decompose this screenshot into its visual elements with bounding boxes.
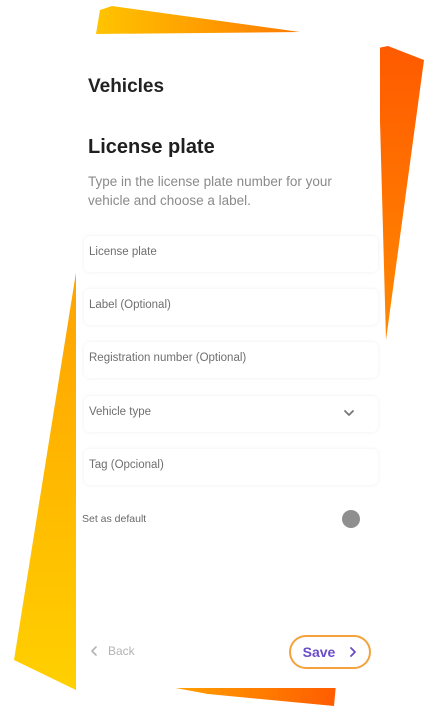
page-title: Vehicles: [88, 76, 165, 97]
save-label: Save: [302, 644, 336, 660]
label-placeholder: Label (Optional): [89, 299, 171, 311]
form-card: Vehicles License plate Type in the licen…: [76, 40, 380, 688]
decor-shape-top: [96, 6, 300, 34]
back-button[interactable]: Back: [90, 644, 135, 658]
vehicle-type-select[interactable]: Vehicle type: [84, 396, 378, 432]
tag-field[interactable]: Tag (Opcional): [84, 449, 378, 485]
set-default-label: Set as default: [82, 513, 147, 525]
label-field[interactable]: Label (Optional): [84, 289, 378, 325]
license-plate-field[interactable]: License plate: [84, 236, 378, 272]
registration-number-field[interactable]: Registration number (Optional): [84, 342, 378, 378]
section-title: License plate: [88, 136, 215, 158]
section-description: Type in the license plate number for you…: [88, 174, 332, 208]
back-label: Back: [108, 644, 135, 658]
vehicle-type-placeholder: Vehicle type: [89, 406, 152, 418]
chevron-left-icon: [91, 646, 97, 656]
set-default-toggle[interactable]: [342, 510, 360, 528]
tag-placeholder: Tag (Opcional): [89, 459, 164, 471]
save-button[interactable]: Save: [289, 635, 371, 669]
decor-shape-left: [14, 260, 78, 690]
decor-shape-right: [378, 46, 424, 340]
registration-number-placeholder: Registration number (Optional): [89, 352, 247, 364]
set-default-row: Set as default: [82, 508, 362, 532]
chevron-down-icon: [344, 410, 354, 416]
license-plate-placeholder: License plate: [89, 246, 157, 258]
screen: Vehicles License plate Type in the licen…: [0, 0, 424, 708]
chevron-right-icon: [350, 647, 357, 657]
